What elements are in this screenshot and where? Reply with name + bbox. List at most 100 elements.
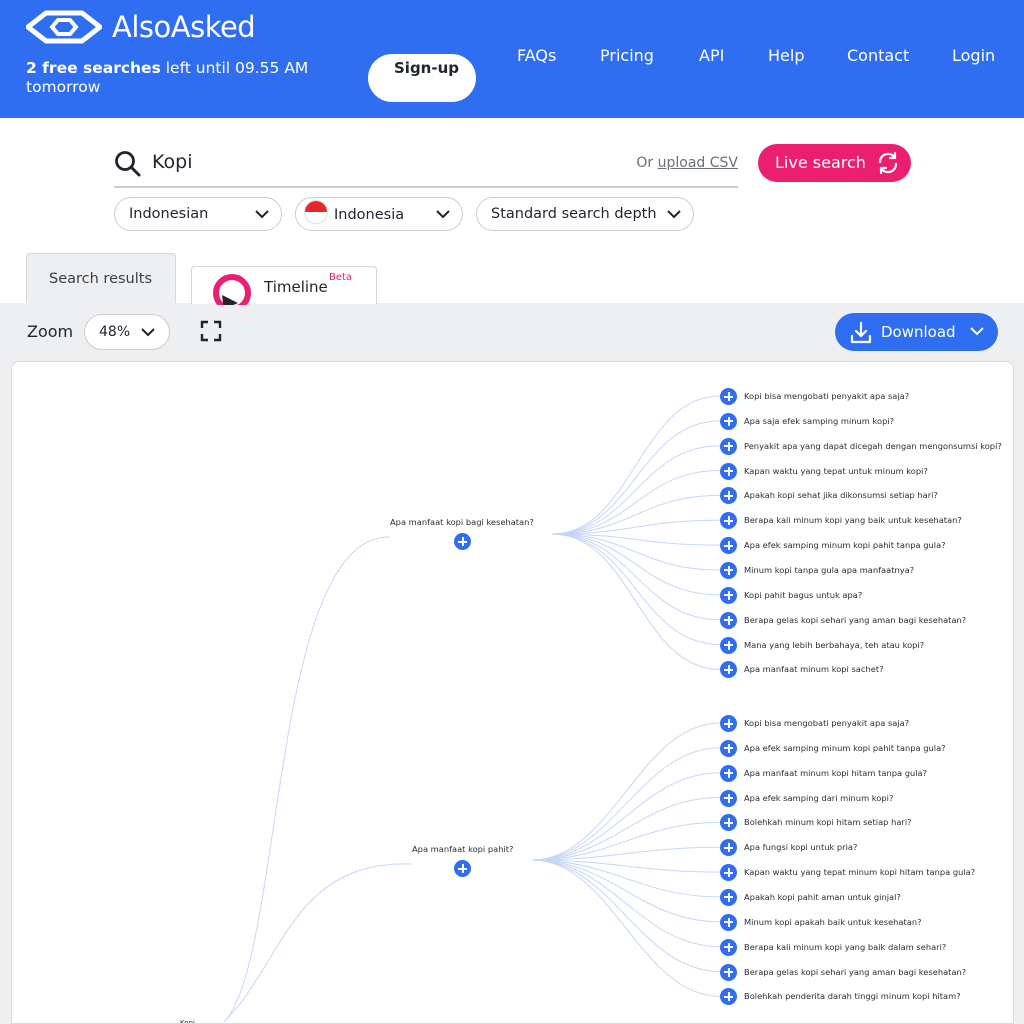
- top-header: AlsoAsked 2 free searches left until 09.…: [0, 0, 1024, 118]
- expand-plus-icon[interactable]: [720, 611, 737, 629]
- expand-plus-icon[interactable]: [720, 913, 737, 931]
- child-question-label[interactable]: Mana yang lebih berbahaya, teh atau kopi…: [744, 640, 924, 650]
- child-link: [531, 859, 721, 972]
- child-question-label[interactable]: Apa manfaat minum kopi hitam tanpa gula?: [744, 768, 927, 778]
- question-node-label[interactable]: Apa manfaat kopi pahit?: [412, 844, 513, 854]
- child-question-label[interactable]: Berapa gelas kopi sehari yang aman bagi …: [744, 967, 966, 977]
- expand-plus-icon[interactable]: [720, 963, 737, 981]
- child-link: [551, 420, 721, 535]
- expand-plus-icon[interactable]: [720, 412, 737, 430]
- expand-plus-icon[interactable]: [454, 533, 471, 550]
- child-link: [531, 722, 721, 861]
- expand-plus-icon[interactable]: [720, 388, 737, 405]
- tab-search-results[interactable]: Search results: [26, 253, 176, 303]
- zoom-value: 48%: [99, 324, 131, 340]
- nav-api[interactable]: API: [699, 46, 724, 65]
- child-link: [551, 533, 721, 596]
- expand-plus-icon[interactable]: [720, 864, 737, 882]
- expand-plus-icon[interactable]: [720, 764, 737, 782]
- question-node-label[interactable]: Apa manfaat kopi bagi kesehatan?: [390, 517, 534, 527]
- child-question-label[interactable]: Berapa kali minum kopi yang baik dalam s…: [744, 942, 946, 952]
- region-value: Indonesia: [334, 207, 405, 223]
- search-bar: Or upload CSV: [114, 140, 738, 188]
- main-nav: FAQs Pricing API Help Contact Login: [0, 46, 1024, 68]
- root-link: [223, 536, 391, 1023]
- expand-plus-icon[interactable]: [720, 462, 737, 480]
- child-question-label[interactable]: Kapan waktu yang tepat minum kopi hitam …: [744, 867, 975, 877]
- child-question-label[interactable]: Minum kopi apakah baik untuk kesehatan?: [744, 917, 922, 927]
- child-question-label[interactable]: Berapa kali minum kopi yang baik untuk k…: [744, 515, 962, 525]
- expand-plus-icon[interactable]: [720, 715, 737, 732]
- child-link: [551, 395, 721, 535]
- expand-plus-icon[interactable]: [720, 537, 737, 555]
- child-link: [531, 859, 721, 923]
- zoom-select[interactable]: 48%: [84, 314, 170, 350]
- child-question-label[interactable]: Apa manfaat minum kopi sachet?: [744, 664, 883, 674]
- nav-help[interactable]: Help: [768, 46, 804, 65]
- indonesia-flag-icon: [304, 200, 328, 224]
- expand-plus-icon[interactable]: [720, 561, 737, 579]
- chevron-down-icon: [970, 327, 984, 336]
- child-question-label[interactable]: Apa efek samping minum kopi pahit tanpa …: [744, 743, 946, 753]
- region-select[interactable]: Indonesia: [295, 197, 463, 231]
- child-link: [551, 470, 721, 535]
- nav-login[interactable]: Login: [952, 46, 995, 65]
- expand-plus-icon[interactable]: [720, 739, 737, 757]
- alsoasked-logo[interactable]: AlsoAsked: [26, 10, 256, 44]
- beta-badge: Beta: [329, 272, 353, 283]
- child-question-label[interactable]: Apa efek samping dari minum kopi?: [744, 793, 893, 803]
- expand-plus-icon[interactable]: [720, 888, 737, 906]
- child-question-label[interactable]: Apa saja efek samping minum kopi?: [744, 416, 894, 426]
- download-button[interactable]: Download: [835, 313, 998, 351]
- language-value: Indonesian: [129, 206, 209, 222]
- nav-contact[interactable]: Contact: [847, 46, 909, 65]
- child-question-label[interactable]: Penyakit apa yang dapat dicegah dengan m…: [744, 441, 1002, 451]
- expand-plus-icon[interactable]: [720, 938, 737, 956]
- search-input[interactable]: [152, 148, 572, 176]
- search-depth-select[interactable]: Standard search depth: [476, 197, 694, 231]
- upload-csv-text: Or upload CSV: [636, 155, 738, 171]
- expand-plus-icon[interactable]: [720, 437, 737, 455]
- expand-plus-icon[interactable]: [720, 636, 737, 654]
- language-select[interactable]: Indonesian: [114, 197, 282, 231]
- expand-plus-icon[interactable]: [454, 860, 471, 877]
- eye-logo-icon: [26, 10, 102, 44]
- root-node-label: Kopi: [180, 1019, 195, 1024]
- brand-name: AlsoAsked: [112, 10, 256, 44]
- live-search-button[interactable]: Live search: [758, 144, 911, 182]
- child-link: [531, 747, 721, 861]
- live-search-label: Live search: [775, 153, 866, 172]
- child-question-label[interactable]: Apa fungsi kopi untuk pria?: [744, 842, 857, 852]
- child-question-label[interactable]: Kopi bisa mengobati penyakit apa saja?: [744, 718, 909, 728]
- expand-plus-icon[interactable]: [720, 789, 737, 807]
- download-label: Download: [881, 323, 956, 341]
- child-question-label[interactable]: Bolehkah penderita darah tinggi minum ko…: [744, 991, 961, 1001]
- child-question-label[interactable]: Apakah kopi pahit aman untuk ginjal?: [744, 892, 901, 902]
- child-question-label[interactable]: Apakah kopi sehat jika dikonsumsi setiap…: [744, 490, 938, 500]
- child-link: [531, 772, 721, 861]
- child-question-label[interactable]: Kapan waktu yang tepat untuk minum kopi?: [744, 466, 928, 476]
- fullscreen-icon[interactable]: [200, 320, 222, 342]
- mindmap-canvas[interactable]: Kopi Apa manfaat kopi bagi kesehatan? Kopi…: [11, 361, 1014, 1024]
- expand-plus-icon[interactable]: [720, 586, 737, 604]
- chevron-down-icon: [141, 328, 155, 337]
- child-link: [531, 859, 721, 997]
- download-icon: [850, 321, 872, 344]
- upload-csv-link[interactable]: upload CSV: [658, 155, 738, 171]
- child-question-label[interactable]: Kopi bisa mengobati penyakit apa saja?: [744, 391, 909, 401]
- nav-pricing[interactable]: Pricing: [600, 46, 654, 65]
- child-link: [551, 533, 721, 645]
- root-link: [223, 863, 413, 1023]
- child-question-label[interactable]: Bolehkah minum kopi hitam setiap hari?: [744, 817, 912, 827]
- child-link: [551, 533, 721, 621]
- tab-timeline[interactable]: Timeline Beta: [191, 266, 377, 305]
- child-question-label[interactable]: Minum kopi tanpa gula apa manfaatnya?: [744, 565, 914, 575]
- zoom-label: Zoom: [27, 322, 74, 341]
- search-icon: [115, 151, 141, 177]
- or-text: Or: [636, 155, 658, 171]
- child-question-label[interactable]: Berapa gelas kopi sehari yang aman bagi …: [744, 615, 966, 625]
- nav-faqs[interactable]: FAQs: [517, 46, 556, 65]
- child-link: [531, 797, 721, 861]
- child-question-label[interactable]: Kopi pahit bagus untuk apa?: [744, 590, 862, 600]
- child-question-label[interactable]: Apa efek samping minum kopi pahit tanpa …: [744, 540, 946, 550]
